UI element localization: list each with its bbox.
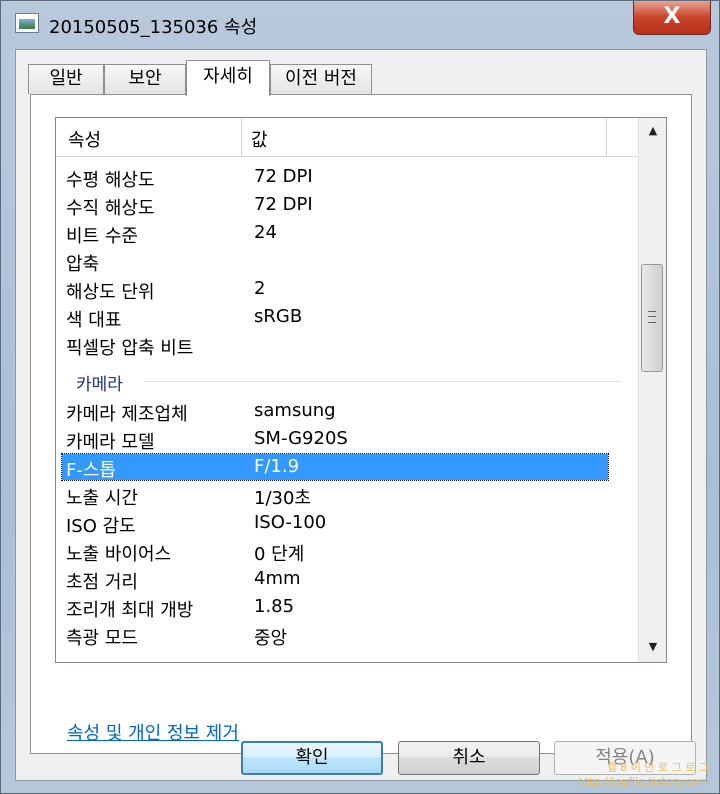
list-item[interactable]: 카메라 모델 SM-G920S xyxy=(62,426,608,453)
list-item[interactable]: 해상도 단위 2 xyxy=(62,276,608,303)
property-name: 초점 거리 xyxy=(66,572,138,593)
property-value: SM-G920S xyxy=(254,428,348,449)
scroll-down-arrow-icon[interactable]: ▼ xyxy=(639,634,666,660)
property-name: 압축 xyxy=(66,254,100,275)
property-value: sRGB xyxy=(254,306,303,327)
title-bar[interactable]: 20150505_135036 속성 X xyxy=(1,1,720,47)
list-header: 속성 값 xyxy=(56,118,638,157)
property-name: 픽셀당 압축 비트 xyxy=(66,338,194,359)
property-name: 해상도 단위 xyxy=(66,282,155,303)
property-value: 중앙 xyxy=(254,628,288,649)
tab-general[interactable]: 일반 xyxy=(28,64,104,94)
watermark-line2: http://logfile.tistory.com xyxy=(577,775,709,788)
list-item[interactable]: 픽셀당 압축 비트 xyxy=(62,332,608,359)
property-value: 1/30초 xyxy=(254,488,311,509)
group-label: 카메라 xyxy=(76,375,123,395)
list-item[interactable]: 수평 해상도 72 DPI xyxy=(62,164,608,191)
scrollbar-thumb[interactable] xyxy=(641,264,663,372)
list-item[interactable]: 측광 모드 중앙 xyxy=(62,622,608,649)
list-item[interactable]: F-스톱 F/1.9 xyxy=(61,453,609,481)
column-divider[interactable] xyxy=(241,118,242,156)
watermark: 갤 8 이 안 로 그 로 그 http://logfile.tistory.c… xyxy=(578,761,709,789)
property-value: samsung xyxy=(254,400,336,421)
column-header-property[interactable]: 속성 xyxy=(68,126,101,152)
property-name: 카메라 제조업체 xyxy=(66,404,188,425)
property-name: 수직 해상도 xyxy=(66,198,155,219)
property-name: F-스톱 xyxy=(66,460,116,481)
property-value: 2 xyxy=(254,278,266,299)
tab-details[interactable]: 자세히 xyxy=(186,60,270,96)
property-name: 노출 바이어스 xyxy=(66,544,172,565)
tab-previous-versions[interactable]: 이전 버전 xyxy=(270,64,372,94)
list-item[interactable]: 노출 바이어스 0 단계 xyxy=(62,538,608,565)
property-name: 조리개 최대 개방 xyxy=(66,600,194,621)
property-value: 72 DPI xyxy=(254,194,313,215)
list-item[interactable]: 카메라 제조업체 samsung xyxy=(62,398,608,425)
group-divider xyxy=(144,381,622,382)
scroll-up-arrow-icon[interactable]: ▲ xyxy=(639,118,666,144)
list-item[interactable]: ISO 감도 ISO-100 xyxy=(62,510,608,537)
property-name: 수평 해상도 xyxy=(66,170,155,191)
property-value: 24 xyxy=(254,222,277,243)
list-item[interactable]: 색 대표 sRGB xyxy=(62,304,608,331)
details-tab-content: 속성 값 수평 해상도 72 DPI 수직 해상도 72 DPI 비트 수준 24 압축 해상… xyxy=(30,94,692,754)
remove-properties-link[interactable]: 속성 및 개인 정보 제거 xyxy=(67,719,239,745)
property-value: 0 단계 xyxy=(254,544,305,565)
property-name: 측광 모드 xyxy=(66,628,138,649)
property-value: 72 DPI xyxy=(254,166,313,187)
list-item[interactable]: 초점 거리 4mm xyxy=(62,566,608,593)
property-value: 4mm xyxy=(254,568,301,589)
list-rows: 수평 해상도 72 DPI 수직 해상도 72 DPI 비트 수준 24 압축해상도 단위 2… xyxy=(56,156,638,662)
property-name: 카메라 모델 xyxy=(66,432,155,453)
list-item[interactable]: 수직 해상도 72 DPI xyxy=(62,192,608,219)
dialog-panel: 일반 보안 자세히 이전 버전 속성 값 수평 해상도 72 DPI 수직 해상도 7… xyxy=(15,49,707,781)
watermark-line1: 갤 8 이 안 로 그 로 그 xyxy=(606,761,709,774)
properties-list[interactable]: 속성 값 수평 해상도 72 DPI 수직 해상도 72 DPI 비트 수준 24 압축 해상… xyxy=(55,117,667,663)
list-item[interactable]: 비트 수준 24 xyxy=(62,220,608,247)
vertical-scrollbar[interactable]: ▲ ▼ xyxy=(638,118,666,662)
group-header-camera: 카메라 xyxy=(62,368,622,395)
cancel-button[interactable]: 취소 xyxy=(398,741,540,775)
properties-dialog: 20150505_135036 속성 X 일반 보안 자세히 이전 버전 속성 … xyxy=(0,0,720,794)
close-button[interactable]: X xyxy=(633,1,711,35)
column-divider[interactable] xyxy=(606,118,607,156)
image-file-icon xyxy=(15,13,39,33)
property-value: ISO-100 xyxy=(254,512,327,533)
property-name: 색 대표 xyxy=(66,310,122,331)
property-name: ISO 감도 xyxy=(66,516,136,537)
property-name: 노출 시간 xyxy=(66,488,138,509)
property-value: F/1.9 xyxy=(254,456,300,477)
column-header-value[interactable]: 값 xyxy=(251,126,268,152)
tab-security[interactable]: 보안 xyxy=(104,64,186,94)
window-title: 20150505_135036 속성 xyxy=(49,17,258,38)
list-item[interactable]: 노출 시간 1/30초 xyxy=(62,482,608,509)
list-item[interactable]: 압축 xyxy=(62,248,608,275)
property-value: 1.85 xyxy=(254,596,295,617)
grip-icon xyxy=(648,311,656,323)
property-name: 비트 수준 xyxy=(66,226,138,247)
list-item[interactable]: 조리개 최대 개방 1.85 xyxy=(62,594,608,621)
ok-button[interactable]: 확인 xyxy=(241,741,383,775)
